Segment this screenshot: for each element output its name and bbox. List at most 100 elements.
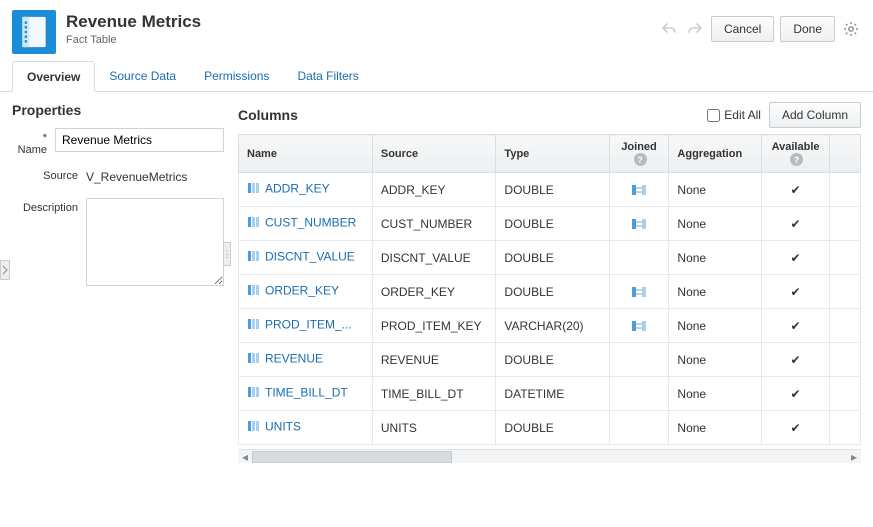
column-joined bbox=[609, 343, 669, 377]
column-type: VARCHAR(20) bbox=[496, 309, 609, 343]
column-available: ✔ bbox=[762, 377, 830, 411]
column-joined[interactable] bbox=[609, 309, 669, 343]
column-joined bbox=[609, 411, 669, 445]
cancel-button[interactable]: Cancel bbox=[711, 16, 774, 42]
col-header-available[interactable]: Available? bbox=[762, 135, 830, 173]
column-type: DOUBLE bbox=[496, 275, 609, 309]
column-name-link[interactable]: ADDR_KEY bbox=[265, 182, 330, 196]
column-name-link[interactable]: ORDER_KEY bbox=[265, 284, 339, 298]
horizontal-scrollbar[interactable]: ◂ ▸ bbox=[238, 449, 861, 463]
column-joined[interactable] bbox=[609, 275, 669, 309]
help-icon[interactable]: ? bbox=[790, 153, 803, 166]
description-label: Description bbox=[12, 198, 86, 214]
column-name-link[interactable]: TIME_BILL_DT bbox=[265, 386, 348, 400]
column-joined[interactable] bbox=[609, 173, 669, 207]
column-name-link[interactable]: REVENUE bbox=[265, 352, 323, 366]
column-source: CUST_NUMBER bbox=[372, 207, 496, 241]
scroll-left-icon[interactable]: ◂ bbox=[238, 451, 252, 463]
column-actions bbox=[830, 275, 861, 309]
column-actions bbox=[830, 241, 861, 275]
undo-icon bbox=[659, 19, 679, 39]
table-row: CUST_NUMBERCUST_NUMBERDOUBLENone✔ bbox=[239, 207, 861, 241]
column-joined bbox=[609, 377, 669, 411]
table-row: UNITSUNITSDOUBLENone✔ bbox=[239, 411, 861, 445]
column-aggregation: None bbox=[669, 411, 762, 445]
scroll-thumb[interactable] bbox=[252, 451, 452, 463]
table-row: TIME_BILL_DTTIME_BILL_DTDATETIMENone✔ bbox=[239, 377, 861, 411]
column-actions bbox=[830, 207, 861, 241]
name-input[interactable] bbox=[55, 128, 224, 152]
source-label: Source bbox=[12, 166, 86, 182]
column-aggregation: None bbox=[669, 173, 762, 207]
description-input[interactable] bbox=[86, 198, 224, 286]
column-available: ✔ bbox=[762, 241, 830, 275]
column-actions bbox=[830, 309, 861, 343]
help-icon[interactable]: ? bbox=[634, 153, 647, 166]
col-header-type[interactable]: Type bbox=[496, 135, 609, 173]
column-actions bbox=[830, 377, 861, 411]
table-row: DISCNT_VALUEDISCNT_VALUEDOUBLENone✔ bbox=[239, 241, 861, 275]
column-actions bbox=[830, 343, 861, 377]
column-icon bbox=[247, 215, 261, 232]
column-aggregation: None bbox=[669, 343, 762, 377]
column-name-link[interactable]: UNITS bbox=[265, 420, 301, 434]
col-header-aggregation[interactable]: Aggregation bbox=[669, 135, 762, 173]
name-label: * Name bbox=[12, 128, 55, 156]
page-title: Revenue Metrics bbox=[66, 12, 659, 32]
column-name-link[interactable]: PROD_ITEM_... bbox=[265, 318, 352, 332]
pane-resize-handle[interactable]: ⋮ bbox=[223, 242, 231, 266]
column-icon bbox=[247, 283, 261, 300]
column-joined[interactable] bbox=[609, 207, 669, 241]
column-aggregation: None bbox=[669, 241, 762, 275]
redo-icon bbox=[685, 19, 705, 39]
table-row: REVENUEREVENUEDOUBLENone✔ bbox=[239, 343, 861, 377]
column-actions bbox=[830, 173, 861, 207]
column-source: PROD_ITEM_KEY bbox=[372, 309, 496, 343]
table-row: ORDER_KEYORDER_KEYDOUBLENone✔ bbox=[239, 275, 861, 309]
column-source: ADDR_KEY bbox=[372, 173, 496, 207]
gear-icon[interactable] bbox=[841, 19, 861, 39]
column-type: DOUBLE bbox=[496, 173, 609, 207]
edit-all-checkbox-wrap[interactable]: Edit All bbox=[707, 108, 761, 122]
tab-bar: OverviewSource DataPermissionsData Filte… bbox=[0, 60, 873, 92]
column-source: TIME_BILL_DT bbox=[372, 377, 496, 411]
col-header-actions bbox=[830, 135, 861, 173]
column-icon bbox=[247, 181, 261, 198]
column-aggregation: None bbox=[669, 207, 762, 241]
edit-all-checkbox[interactable] bbox=[707, 109, 720, 122]
tab-permissions[interactable]: Permissions bbox=[190, 61, 283, 92]
column-type: DATETIME bbox=[496, 377, 609, 411]
column-icon bbox=[247, 317, 261, 334]
col-header-name[interactable]: Name bbox=[239, 135, 373, 173]
column-available: ✔ bbox=[762, 173, 830, 207]
column-icon bbox=[247, 385, 261, 402]
tab-overview[interactable]: Overview bbox=[12, 61, 95, 92]
table-row: PROD_ITEM_... PROD_ITEM_KEYVARCHAR(20) Non… bbox=[239, 309, 861, 343]
column-aggregation: None bbox=[669, 275, 762, 309]
edit-all-label: Edit All bbox=[724, 108, 761, 122]
column-aggregation: None bbox=[669, 309, 762, 343]
column-name-link[interactable]: DISCNT_VALUE bbox=[265, 250, 355, 264]
tab-source-data[interactable]: Source Data bbox=[95, 61, 190, 92]
column-available: ✔ bbox=[762, 275, 830, 309]
column-icon bbox=[247, 419, 261, 436]
scroll-right-icon[interactable]: ▸ bbox=[847, 451, 861, 463]
tab-data-filters[interactable]: Data Filters bbox=[283, 61, 372, 92]
add-column-button[interactable]: Add Column bbox=[769, 102, 861, 128]
col-header-joined[interactable]: Joined? bbox=[609, 135, 669, 173]
columns-table: Name Source Type Joined? Aggregation Ava… bbox=[238, 134, 861, 445]
column-available: ✔ bbox=[762, 411, 830, 445]
column-aggregation: None bbox=[669, 377, 762, 411]
done-button[interactable]: Done bbox=[780, 16, 835, 42]
fact-table-icon bbox=[12, 10, 56, 54]
column-available: ✔ bbox=[762, 207, 830, 241]
column-source: UNITS bbox=[372, 411, 496, 445]
column-name-link[interactable]: CUST_NUMBER bbox=[265, 216, 356, 230]
properties-heading: Properties bbox=[12, 102, 224, 118]
column-type: DOUBLE bbox=[496, 241, 609, 275]
column-actions bbox=[830, 411, 861, 445]
page-subtitle: Fact Table bbox=[66, 34, 659, 46]
column-type: DOUBLE bbox=[496, 411, 609, 445]
col-header-source[interactable]: Source bbox=[372, 135, 496, 173]
source-value: V_RevenueMetrics bbox=[86, 166, 224, 188]
